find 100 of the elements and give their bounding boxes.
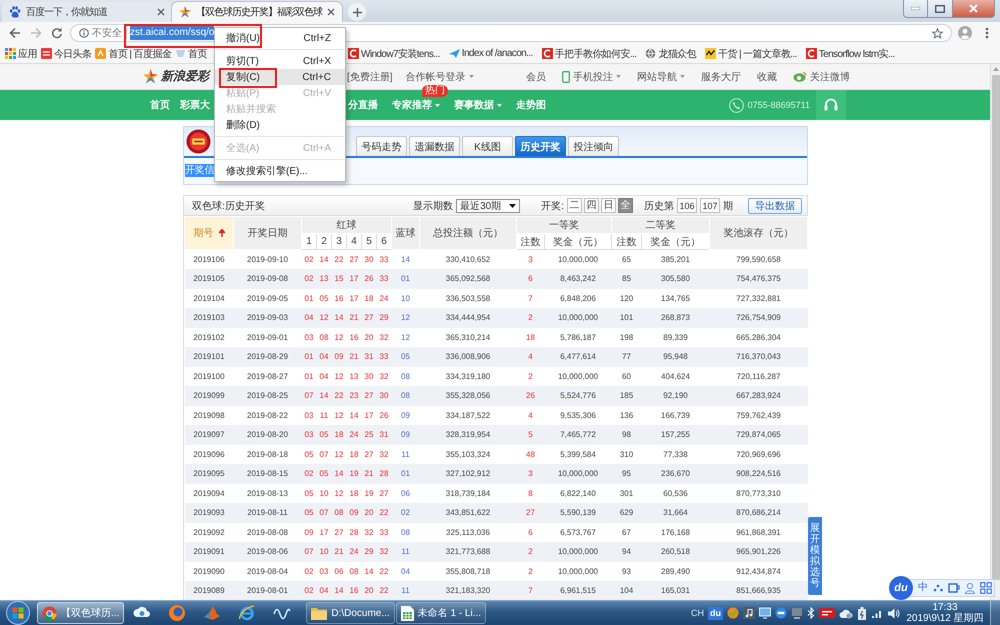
maximize-button[interactable] xyxy=(928,0,953,18)
bookmark-link[interactable]: Index of /anacon... xyxy=(448,48,533,59)
table-cell: 198 xyxy=(612,328,642,347)
table-cell: 10 xyxy=(392,288,420,308)
bookmark-star-icon[interactable] xyxy=(932,28,943,38)
tray-app-button[interactable]: du xyxy=(708,606,723,620)
table-cell: 33 xyxy=(376,347,392,366)
draw-day-button[interactable]: 二 xyxy=(567,198,582,213)
period-select[interactable]: 最近30期 xyxy=(456,198,520,212)
language-indicator[interactable]: CH xyxy=(691,608,704,618)
battery-icon[interactable] xyxy=(857,606,867,620)
taskbar-window-button[interactable]: D:\Docume... xyxy=(306,602,395,624)
close-icon[interactable] xyxy=(327,8,335,16)
issue-field[interactable]: 107 xyxy=(700,198,720,213)
table-cell: 2 xyxy=(516,562,544,581)
table-cell: 27 xyxy=(516,503,544,522)
table-cell: 05 xyxy=(316,425,332,444)
table-cell: 104 xyxy=(612,581,642,600)
side-panel-tab[interactable]: 展开模拟选号 xyxy=(808,517,822,595)
table-cell: 2019-08-13 xyxy=(234,484,302,503)
header-link[interactable]: 收藏 xyxy=(757,70,777,84)
new-tab-button[interactable] xyxy=(348,3,366,21)
monitor-icon[interactable] xyxy=(759,607,771,619)
header-link[interactable]: [免费注册] xyxy=(347,70,393,84)
panel-tab[interactable]: 历史开奖 xyxy=(515,136,566,156)
clock-date: 2019\9\12 星期四 xyxy=(906,613,984,624)
table-cell: 720,969,696 xyxy=(710,444,808,464)
panel-tab[interactable]: 遗漏数据 xyxy=(409,136,460,156)
dots-icon[interactable] xyxy=(932,582,944,594)
bookmark-link[interactable]: 今日头条 xyxy=(40,46,92,60)
bookmark-link[interactable]: Tensorflow lstm实... xyxy=(806,46,895,60)
table-cell: 2019-08-15 xyxy=(234,464,302,484)
browser-tab[interactable]: 【双色球历史开奖】福彩双色球 xyxy=(172,2,342,22)
scrollbar-thumb[interactable] xyxy=(992,75,1000,580)
disc-logo-icon[interactable] xyxy=(168,604,186,622)
bookmark-link[interactable]: 首页 | 百度掘金 xyxy=(95,46,172,60)
bookmark-link[interactable]: 应用 xyxy=(5,46,37,60)
minus-circle-icon[interactable] xyxy=(775,607,787,619)
card-icon[interactable] xyxy=(819,608,835,618)
table-cell: 21 xyxy=(362,464,376,484)
orbit-logo-icon[interactable] xyxy=(238,604,256,622)
draw-day-button[interactable]: 四 xyxy=(584,198,599,213)
cloud-icon[interactable] xyxy=(839,608,853,618)
issue-field[interactable]: 106 xyxy=(677,198,697,213)
panel-tab[interactable]: 投注倾向 xyxy=(568,136,619,156)
peak-logo-icon[interactable] xyxy=(202,604,221,622)
panel-tab[interactable]: K线图 xyxy=(462,136,513,156)
ime-mode-button[interactable]: 中 xyxy=(918,582,928,594)
music-note-icon[interactable] xyxy=(743,607,755,619)
menu-item[interactable]: 删除(D) xyxy=(215,117,345,133)
grid-icon[interactable] xyxy=(980,582,992,594)
table-cell: 727,332,881 xyxy=(710,288,808,308)
column-header: 二等奖 xyxy=(612,216,710,234)
bookmark-link[interactable]: Window7安装tens... xyxy=(348,46,440,60)
menu-item[interactable]: 修改搜索引擎(E)... xyxy=(215,163,345,179)
taskbar-window-button[interactable]: 未命名 1 - Li... xyxy=(396,602,486,624)
export-button[interactable]: 导出数据 xyxy=(748,198,802,214)
table-cell: 2019096 xyxy=(184,444,234,464)
minimize-button[interactable] xyxy=(903,0,928,18)
reload-icon[interactable] xyxy=(50,27,62,39)
caret-icon xyxy=(468,75,474,78)
bookmark-link[interactable]: 手把手教你如何安... xyxy=(542,46,636,60)
close-button[interactable] xyxy=(953,0,995,18)
menu-item[interactable]: 复制(C) Ctrl+C xyxy=(215,69,345,85)
table-cell: 2019101 xyxy=(184,347,234,366)
taskbar-window-button[interactable]: 【双色球历... xyxy=(37,602,124,624)
bookmark-link[interactable]: 龙猫众包 xyxy=(645,46,696,60)
table-cell: 04 xyxy=(316,581,332,600)
header-link[interactable]: 会员 xyxy=(526,70,546,84)
display-icon[interactable] xyxy=(791,607,803,619)
bookmark-link[interactable]: 首页 xyxy=(175,46,207,60)
header-link[interactable]: 关注微博 xyxy=(793,70,850,84)
close-icon[interactable] xyxy=(157,8,165,16)
table-cell: 321,183,320 xyxy=(420,581,516,600)
header-link[interactable]: 服务大厅 xyxy=(701,70,741,84)
panel-tab[interactable]: 号码走势 xyxy=(356,136,407,156)
table-cell: 2019-08-20 xyxy=(234,425,302,444)
mug-icon[interactable] xyxy=(948,582,960,594)
arc-favicon-icon xyxy=(542,48,553,59)
speaker-icon[interactable] xyxy=(887,606,900,620)
browser-tab[interactable]: 百度一下，你就知道 xyxy=(2,2,172,22)
table-cell: 2019-08-22 xyxy=(234,406,302,425)
start-orb-icon[interactable] xyxy=(6,601,30,625)
ime-logo-button[interactable]: du xyxy=(889,576,913,600)
header-link[interactable]: 合作帐号登录 xyxy=(406,70,474,84)
bookmark-link[interactable]: 干货 | 一篇文章教... xyxy=(705,46,797,60)
back-arrow-icon[interactable] xyxy=(8,27,20,39)
draw-day-button[interactable]: 日 xyxy=(601,198,616,213)
table-cell: 77 xyxy=(612,347,642,366)
header-link[interactable]: 网站导航 xyxy=(637,70,685,84)
menu-item[interactable]: 剪切(T) Ctrl+X xyxy=(215,53,345,69)
table-cell: 236,670 xyxy=(642,464,710,484)
menu-dots-icon[interactable] xyxy=(984,27,988,39)
shortcut-text: Ctrl+X xyxy=(302,56,331,66)
table-cell: 85 xyxy=(612,269,642,288)
bluetooth-icon[interactable] xyxy=(807,607,815,619)
table-cell: 77,338 xyxy=(642,444,710,464)
check-circle-icon[interactable] xyxy=(727,607,739,619)
show-desktop-button[interactable] xyxy=(990,600,1000,625)
header-link[interactable]: 手机投注 xyxy=(562,70,621,84)
